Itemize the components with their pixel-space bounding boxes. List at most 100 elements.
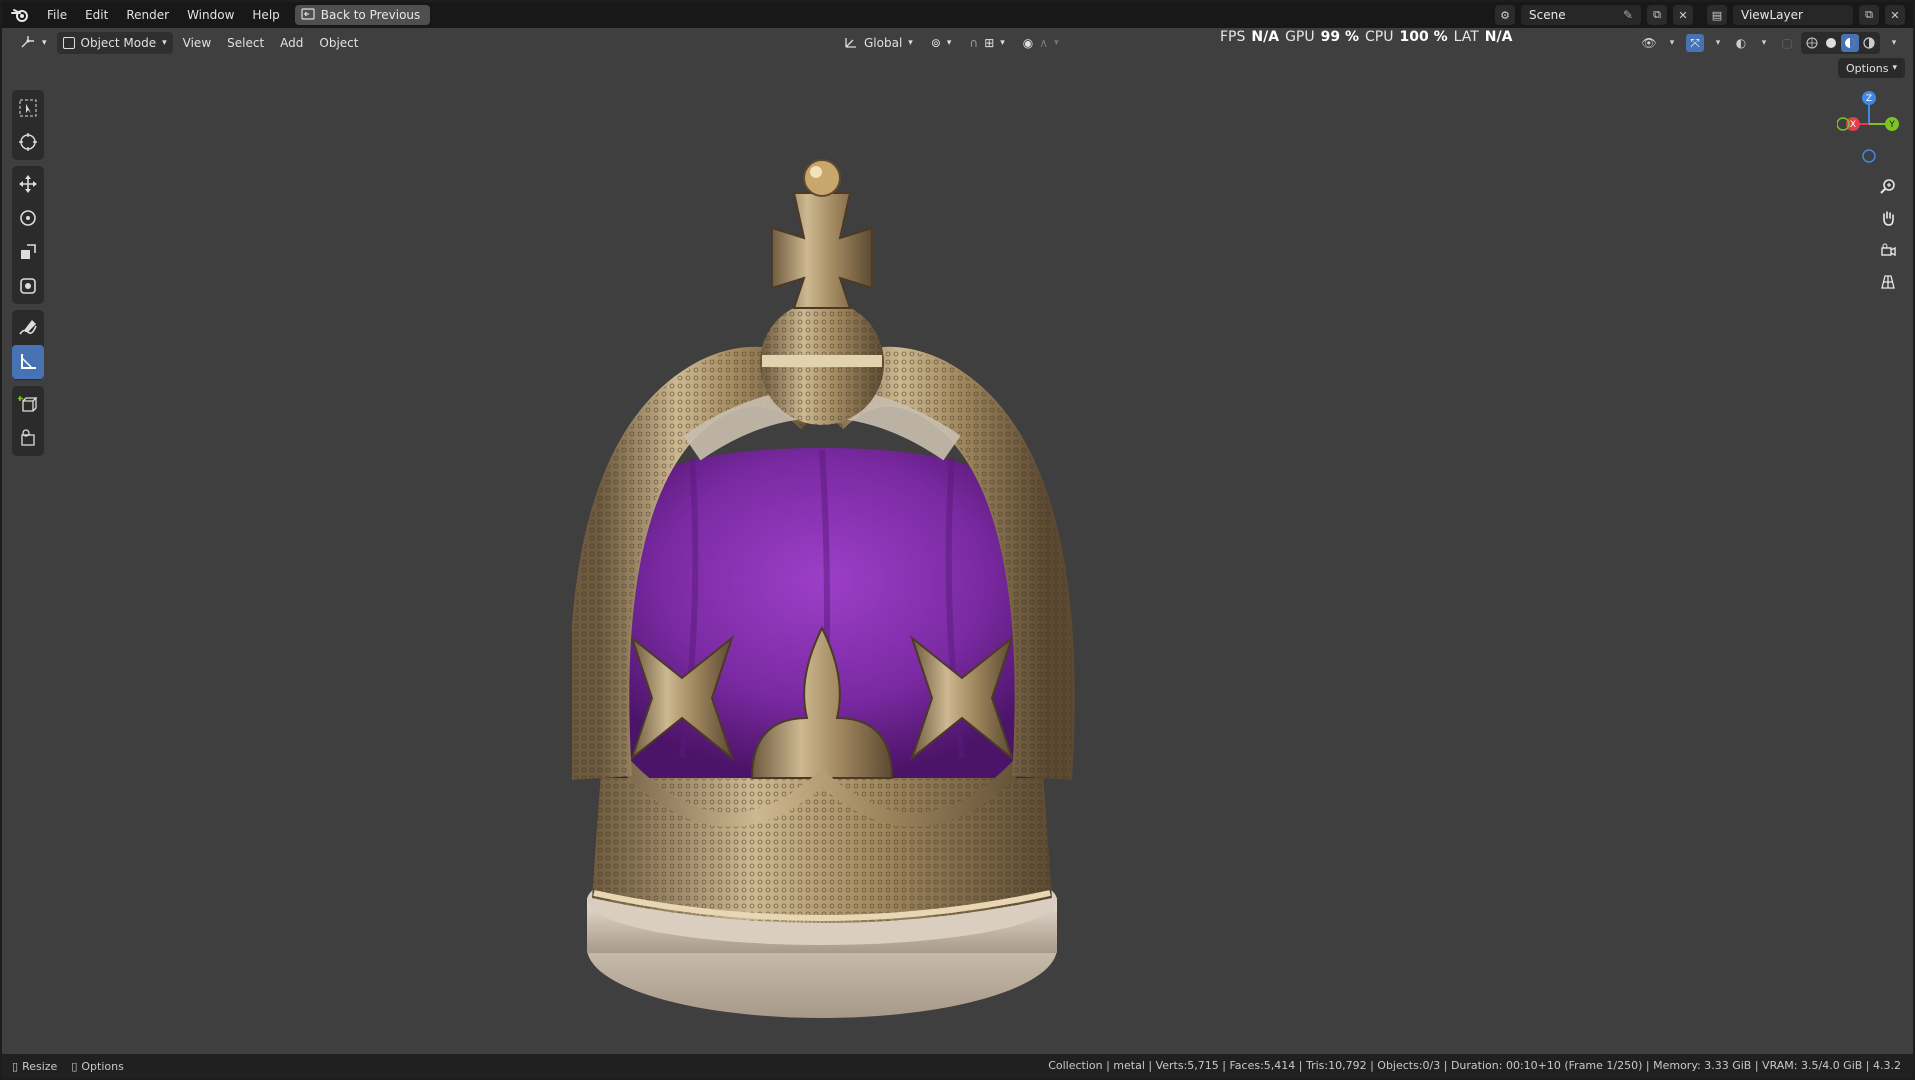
zoom-icon[interactable] — [1875, 174, 1901, 198]
3d-viewport[interactable] — [2, 58, 1913, 1054]
rendered-shading-icon[interactable] — [1860, 34, 1878, 52]
cpu-value: 100 % — [1399, 29, 1448, 45]
back-icon — [301, 7, 315, 23]
scene-field[interactable]: Scene ✎ — [1521, 5, 1641, 25]
rotate-icon[interactable] — [12, 201, 44, 235]
scene-layer-controls: ⚙ Scene ✎ ⧉ ✕ ▤ ViewLayer ⧉ ✕ — [1495, 5, 1905, 25]
orientation-label: Global — [864, 36, 903, 50]
scene-type-icon[interactable]: ⚙ — [1495, 5, 1515, 25]
fps-label: FPS — [1220, 29, 1246, 45]
chevron-down-icon[interactable]: ▾ — [1663, 34, 1681, 52]
pin-icon[interactable]: ✎ — [1623, 8, 1633, 22]
measure-icon[interactable] — [12, 345, 44, 379]
back-to-previous-label: Back to Previous — [320, 8, 421, 22]
resize-hint: ▯ Resize — [12, 1060, 57, 1073]
menu-file[interactable]: File — [38, 4, 76, 26]
gizmo-y-label: Y — [1888, 120, 1895, 130]
orientation-dropdown[interactable]: Global ▾ — [838, 32, 919, 54]
menu-view[interactable]: View — [177, 32, 217, 54]
menu-add[interactable]: Add — [274, 32, 309, 54]
scene-name: Scene — [1529, 8, 1566, 22]
chevron-down-icon: ▾ — [1000, 38, 1005, 48]
gizmo-z-label: Z — [1866, 94, 1872, 104]
mouse-icon: ▯ — [71, 1059, 78, 1073]
cursor-icon[interactable] — [12, 125, 44, 159]
scale-icon[interactable] — [12, 235, 44, 269]
select-box-icon[interactable] — [12, 91, 44, 125]
annotate-icon[interactable] — [12, 311, 44, 345]
proportional-edit-icon: ◉ — [1022, 36, 1034, 50]
shading-mode-group — [1801, 32, 1880, 54]
object-mode-dropdown[interactable]: Object Mode ▾ — [56, 32, 173, 54]
scene-statistics: Collection | metal | Verts:5,715 | Faces… — [1048, 1059, 1901, 1072]
remove-scene-icon[interactable]: ✕ — [1673, 5, 1693, 25]
snap-target-icon: ⊞ — [984, 36, 995, 50]
mouse-icon: ▯ — [12, 1059, 19, 1073]
proportional-edit-toggle[interactable]: ◉ ∧ ▾ — [1017, 32, 1065, 54]
transform-icon[interactable] — [12, 269, 44, 303]
menu-render[interactable]: Render — [117, 4, 178, 26]
chevron-down-icon[interactable]: ▾ — [1885, 34, 1903, 52]
axes-editor-icon — [20, 35, 36, 52]
new-view-layer-icon[interactable]: ⧉ — [1859, 5, 1879, 25]
pivot-icon: ⊚ — [930, 36, 941, 50]
viewport-display-controls: 👁 ▾ ⤧ ▾ ◐ ▾ ▢ ▾ — [1640, 32, 1903, 54]
menu-window[interactable]: Window — [178, 4, 243, 26]
navigation-gizmo[interactable]: Z Y X — [1836, 90, 1901, 170]
view-layer-field[interactable]: ViewLayer — [1733, 5, 1853, 25]
grid-icon[interactable] — [1875, 270, 1901, 294]
performance-stats: FPS N/A GPU 99 % CPU 100 % LAT N/A — [1220, 29, 1512, 45]
view-layer-name: ViewLayer — [1741, 8, 1803, 22]
overlay-icon[interactable]: ◐ — [1732, 34, 1750, 52]
camera-icon[interactable] — [1875, 238, 1901, 262]
options-hint: ▯ Options — [71, 1060, 124, 1073]
wireframe-shading-icon[interactable] — [1803, 34, 1821, 52]
status-bar: ▯ Resize ▯ Options Collection | metal | … — [2, 1054, 1913, 1078]
material-preview-shading-icon[interactable] — [1841, 34, 1859, 52]
add-cube-icon[interactable] — [12, 387, 44, 421]
orientation-icon — [844, 35, 858, 52]
snap-toggle[interactable]: ∩ ⊞ ▾ — [963, 32, 1010, 54]
viewport-header: ▾ Object Mode ▾ View Select Add Object G… — [2, 28, 1913, 58]
chevron-down-icon: ▾ — [1054, 38, 1059, 48]
magnet-icon: ∩ — [969, 36, 979, 50]
visibility-eye-icon[interactable]: 👁 — [1640, 34, 1658, 52]
xray-icon[interactable]: ▢ — [1778, 34, 1796, 52]
chevron-down-icon[interactable]: ▾ — [1709, 34, 1727, 52]
move-icon[interactable] — [12, 167, 44, 201]
chevron-down-icon: ▾ — [162, 38, 167, 48]
menu-select[interactable]: Select — [221, 32, 270, 54]
view-layer-type-icon[interactable]: ▤ — [1707, 5, 1727, 25]
back-to-previous-button[interactable]: Back to Previous — [294, 5, 431, 25]
gizmo-toggle-icon[interactable]: ⤧ — [1686, 34, 1704, 52]
falloff-icon: ∧ — [1039, 36, 1049, 50]
gizmo-x-label: X — [1850, 120, 1856, 130]
resize-label: Resize — [22, 1059, 58, 1073]
crown-model — [572, 159, 1075, 1018]
chevron-down-icon: ▾ — [908, 38, 913, 48]
menu-help[interactable]: Help — [243, 4, 288, 26]
blender-window: File Edit Render Window Help Back to Pre… — [2, 2, 1913, 1078]
lat-label: LAT — [1453, 29, 1479, 45]
chevron-down-icon[interactable]: ▾ — [1755, 34, 1773, 52]
menu-object[interactable]: Object — [313, 32, 364, 54]
editor-type-dropdown[interactable]: ▾ — [14, 32, 53, 54]
pan-hand-icon[interactable] — [1875, 206, 1901, 230]
lat-value: N/A — [1484, 29, 1513, 45]
add-object-icon[interactable] — [12, 421, 44, 455]
chevron-down-icon: ▾ — [42, 38, 47, 48]
object-mode-icon — [62, 37, 75, 49]
remove-view-layer-icon[interactable]: ✕ — [1885, 5, 1905, 25]
menu-edit[interactable]: Edit — [76, 4, 117, 26]
blender-logo-icon[interactable] — [2, 7, 38, 23]
new-scene-icon[interactable]: ⧉ — [1647, 5, 1667, 25]
fps-value: N/A — [1251, 29, 1280, 45]
options-hint-label: Options — [81, 1059, 124, 1073]
chevron-down-icon: ▾ — [946, 38, 952, 48]
viewport-navigation-buttons — [1875, 174, 1901, 294]
pivot-dropdown[interactable]: ⊚ ▾ — [925, 32, 958, 54]
cpu-label: CPU — [1365, 29, 1394, 45]
solid-shading-icon[interactable] — [1822, 34, 1840, 52]
top-menu-bar: File Edit Render Window Help Back to Pre… — [2, 2, 1913, 28]
gpu-label: GPU — [1285, 29, 1315, 45]
